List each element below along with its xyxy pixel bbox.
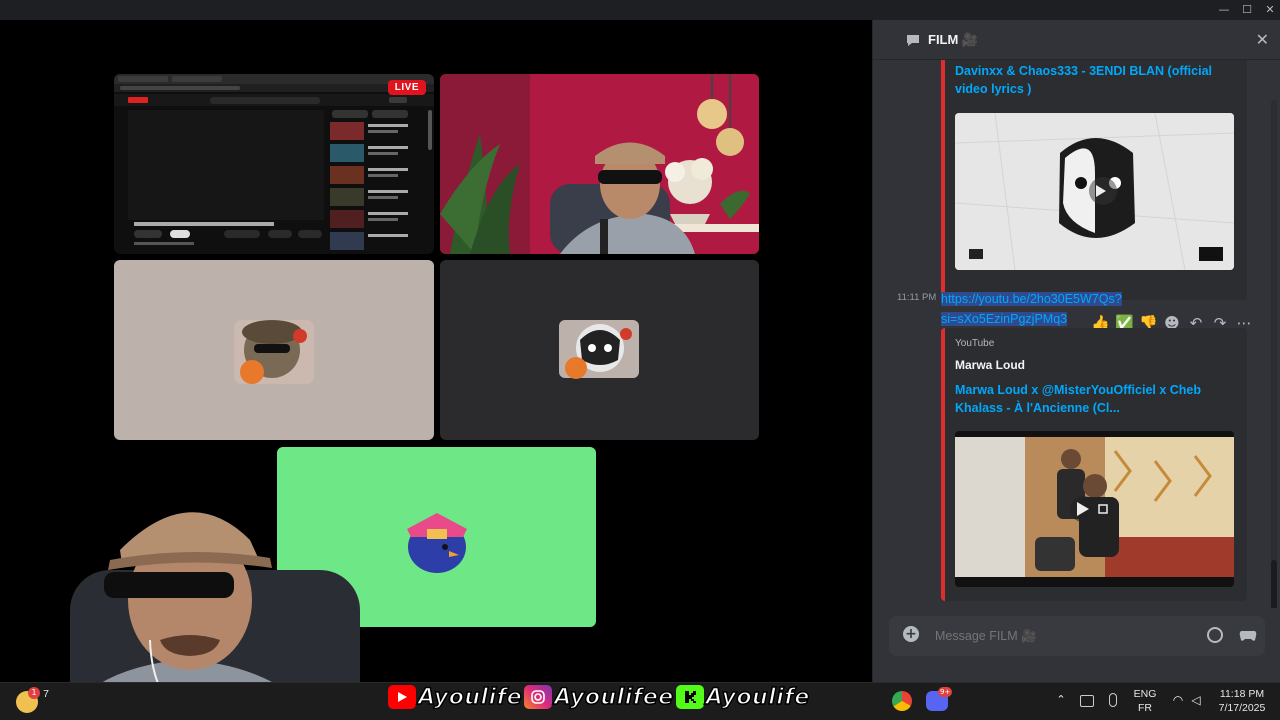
participant-avatar-1 (234, 320, 314, 384)
video-stage: LIVE (0, 20, 872, 720)
embed-author[interactable]: Marwa Loud (955, 358, 1025, 372)
embed-thumbnail-1[interactable] (955, 113, 1234, 270)
chat-scrollbar[interactable] (1271, 100, 1277, 608)
embed-video-thumbnail[interactable] (955, 431, 1234, 587)
live-badge: LIVE (387, 80, 426, 95)
weather-badge: 1 (28, 687, 40, 699)
screen-share-preview (114, 74, 434, 250)
embed-title-link-1[interactable]: Davinxx & Chaos333 - 3ENDI BLAN (officia… (955, 62, 1235, 98)
link-line-1[interactable]: https://youtu.be/2ho30E5W7Qs? (941, 292, 1122, 306)
minimize-button[interactable]: — (1213, 2, 1235, 18)
album-art (955, 113, 1234, 270)
channel-title: FILM 🎥 (928, 32, 979, 47)
link-line-2[interactable]: si=sXo5EzinPgzjPMq3 (941, 312, 1068, 326)
gamepad-icon[interactable] (1239, 628, 1257, 642)
host-camera-tile[interactable] (440, 74, 759, 254)
chrome-icon[interactable] (892, 691, 912, 711)
thread-icon (907, 35, 919, 46)
language-switcher[interactable]: ENG FR (1130, 687, 1160, 715)
chat-header: FILM 🎥 ✕ (873, 20, 1280, 60)
banner-kick-handle: Ayoulife (705, 684, 810, 711)
message-timestamp: 11:11 PM (897, 292, 937, 303)
screen: — ☐ ✕ LIVE FILM 🎥 ✕ Davinxx & Chaos333 -… (0, 0, 1280, 720)
banner-youtube-handle: Ayoulife (417, 684, 523, 711)
discord-badge: 9+ (938, 687, 953, 697)
chat-scroll-thumb[interactable] (1271, 560, 1277, 608)
social-banner-overlay: Ayoulife Ayoulifee Ayoulife (388, 680, 810, 714)
clock[interactable]: 11:18 PM 7/17/2025 (1212, 687, 1272, 715)
kick-logo-icon (675, 685, 704, 709)
weather-temp: 7 (43, 688, 49, 700)
message-list: Davinxx & Chaos333 - 3ENDI BLAN (officia… (873, 60, 1280, 608)
youtube-logo-icon (388, 685, 416, 709)
add-attachment-icon[interactable]: + (903, 626, 919, 642)
embed-provider[interactable]: YouTube (955, 338, 994, 349)
close-window-button[interactable]: ✕ (1259, 2, 1280, 18)
chat-panel: FILM 🎥 ✕ Davinxx & Chaos333 - 3ENDI BLAN… (872, 20, 1280, 682)
participant-tile-1[interactable] (114, 260, 434, 440)
video-preview (955, 437, 1234, 587)
window-titlebar: — ☐ ✕ (0, 0, 1280, 20)
embed-card-1: Davinxx & Chaos333 - 3ENDI BLAN (officia… (941, 60, 1247, 300)
close-chat-button[interactable]: ✕ (1256, 30, 1269, 49)
maximize-button[interactable]: ☐ (1236, 2, 1258, 18)
participant-avatar-2 (559, 320, 639, 379)
screen-share-tile[interactable]: LIVE (114, 74, 434, 254)
instagram-logo-icon (524, 685, 553, 709)
message-link[interactable]: https://youtu.be/2ho30E5W7Qs? si=sXo5Ezi… (941, 288, 1241, 328)
message-input[interactable] (935, 625, 1195, 647)
emoji-icon[interactable] (1207, 627, 1223, 643)
microphone-icon[interactable] (1109, 693, 1117, 707)
host-camera-feed (440, 74, 759, 254)
volume-icon[interactable]: ◁ (1188, 693, 1204, 707)
network-off-icon[interactable] (1080, 695, 1094, 707)
message-composer: + (889, 616, 1265, 656)
embed-title-link-2[interactable]: Marwa Loud x @MisterYouOfficiel x Cheb K… (955, 381, 1235, 417)
tray-overflow-icon[interactable]: ⌃ (1054, 693, 1068, 707)
embed-card-2: YouTube Marwa Loud Marwa Loud x @MisterY… (941, 328, 1247, 601)
wifi-icon[interactable]: ◠ (1170, 693, 1186, 707)
banner-instagram-handle: Ayoulifee (553, 684, 674, 711)
participant-tile-2[interactable] (440, 260, 759, 440)
